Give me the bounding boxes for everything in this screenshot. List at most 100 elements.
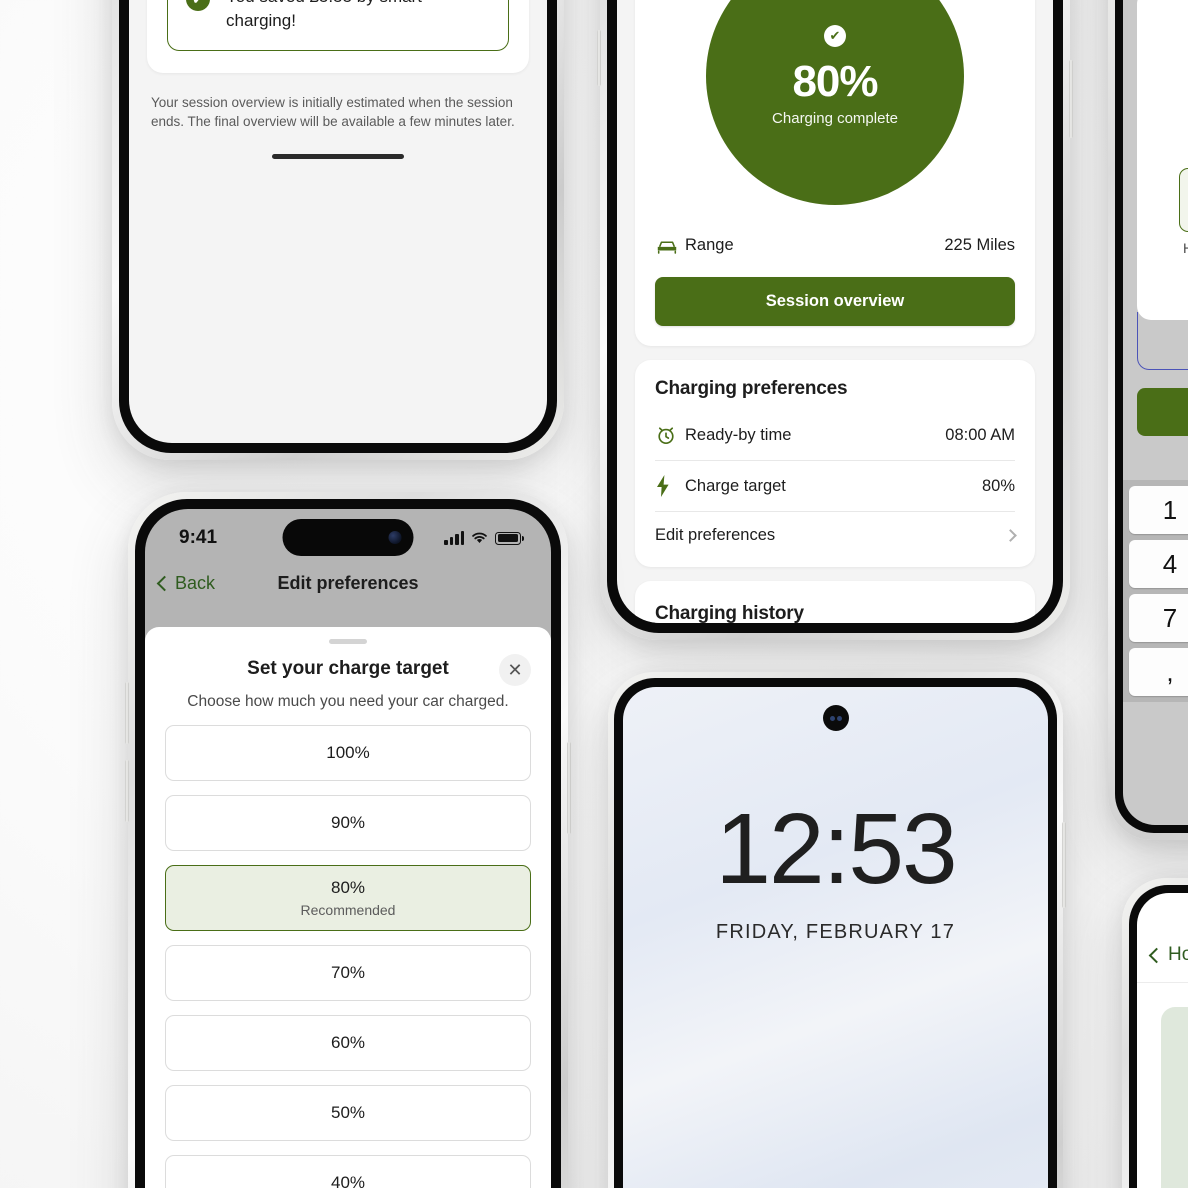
session-scroll[interactable]: Energy delivered 9hr 30min Se [129, 0, 547, 159]
phone-lockscreen: 12:53 FRIDAY, FEBRUARY 17 [608, 672, 1066, 1188]
status-bar: 9:41 [145, 509, 551, 567]
charge-option-50[interactable]: 50% [165, 1085, 531, 1141]
key-4[interactable]: 4 [1129, 540, 1188, 588]
volume-button[interactable] [597, 30, 601, 86]
keypad-row: , 0 . [1123, 648, 1188, 702]
chevron-right-icon [1004, 529, 1017, 542]
volume-down-button[interactable] [125, 760, 129, 822]
keypad-row: 1 2 3 [1123, 486, 1188, 540]
charge-option-90[interactable]: 90% [165, 795, 531, 851]
savings-text: You saved £5.55 by smart charging! [226, 0, 422, 31]
charge-target-sheet: Set your charge target ✕ Choose how much… [145, 627, 551, 1188]
edit-preferences-row[interactable]: Edit preferences [655, 512, 1017, 559]
charging-preferences-card: Charging preferences Ready-by time 08:00… [635, 360, 1035, 567]
option-value: 100% [326, 743, 370, 762]
power-button[interactable] [567, 742, 571, 834]
pref-row-charge-target[interactable]: Charge target 80% [655, 461, 1015, 511]
pref-label: Ready-by time [685, 425, 792, 444]
phone-charging-status: ✔ 80% Charging complete Range 225 Miles … [597, 0, 1073, 640]
phone-bezel: 9:41 Back Edit preferences Set your char… [135, 499, 561, 1188]
charge-option-40[interactable]: 40% [165, 1155, 531, 1188]
option-value: 40% [330, 1173, 366, 1188]
focus-outline [1137, 312, 1188, 370]
option-value: 90% [330, 813, 366, 832]
bolt-icon [655, 475, 685, 497]
edit-save-button[interactable] [1137, 388, 1188, 436]
status-time: 9 [1137, 893, 1188, 928]
close-icon[interactable]: ✕ [499, 654, 531, 686]
lockscreen-clock: 12:53 [715, 793, 957, 905]
range-label: Range [685, 235, 734, 254]
sheet-subtitle: Choose how much you need your car charge… [187, 693, 509, 710]
charge-progress-ring: ✔ 80% Charging complete [706, 0, 964, 205]
home-indicator [272, 154, 404, 159]
dynamic-island [282, 519, 414, 556]
chevron-left-icon [1148, 947, 1165, 963]
mockup-scene: Edit your Edit your Ho 1 2 3 4 [0, 0, 1188, 1188]
phone-bezel: Energy delivered 9hr 30min Se [119, 0, 557, 453]
phone-screen: ✔ 80% Charging complete Range 225 Miles … [617, 0, 1053, 623]
key-1[interactable]: 1 [1129, 486, 1188, 534]
option-note: Recommended [300, 902, 396, 918]
charge-status-card: ✔ 80% Charging complete Range 225 Miles … [635, 0, 1035, 346]
phone-screen: Edit your Edit your Ho 1 2 3 4 [1123, 0, 1188, 825]
alarm-clock-icon [655, 424, 685, 446]
charging-history-card: Charging history [635, 581, 1035, 623]
back-label: Home [1168, 944, 1188, 965]
range-row: Range 225 Miles [655, 221, 1015, 269]
edit-preferences-label: Edit preferences [655, 526, 776, 544]
nav-title: Edit preferences [277, 573, 419, 593]
content-card [1161, 1007, 1188, 1188]
session-footnote: Your session overview is initially estim… [151, 94, 515, 130]
volume-up-button[interactable] [125, 682, 129, 744]
range-value: 225 Miles [944, 235, 1015, 254]
sheet-header: Set your charge target ✕ [165, 654, 531, 686]
edit-input-field[interactable] [1179, 168, 1188, 232]
car-icon [655, 235, 685, 255]
phone-home-partial: 9 Home [1122, 878, 1188, 1188]
lockscreen-date: FRIDAY, FEBRUARY 17 [715, 921, 956, 943]
phone-bezel: ✔ 80% Charging complete Range 225 Miles … [607, 0, 1063, 633]
charge-option-70[interactable]: 70% [165, 945, 531, 1001]
option-value: 80% [330, 878, 366, 897]
charge-percent: 80% [792, 57, 878, 106]
phone-screen: 12:53 FRIDAY, FEBRUARY 17 [623, 687, 1048, 1188]
phone-screen: 9:41 Back Edit preferences Set your char… [145, 509, 551, 1188]
battery-icon [495, 531, 524, 545]
session-overview-button[interactable]: Session overview [655, 277, 1015, 326]
status-time: 9:41 [179, 527, 218, 548]
charging-history-title: Charging history [655, 603, 804, 623]
charge-caption: Charging complete [772, 110, 898, 127]
pref-value: 08:00 AM [945, 425, 1015, 444]
charge-option-80[interactable]: 80% Recommended [165, 865, 531, 931]
back-label: Back [175, 573, 216, 593]
phone-session-overview: Energy delivered 9hr 30min Se [112, 0, 564, 460]
back-button[interactable]: Home [1137, 928, 1188, 983]
pref-row-ready-by-time[interactable]: Ready-by time 08:00 AM [655, 410, 1015, 460]
charge-option-100[interactable]: 100% [165, 725, 531, 781]
phone-bezel: 12:53 FRIDAY, FEBRUARY 17 [614, 678, 1057, 1188]
key-comma[interactable]: , [1129, 648, 1188, 696]
numeric-keypad[interactable]: 1 2 3 4 5 6 7 8 9 , [1123, 480, 1188, 702]
edit-field-hint: Ho [1183, 240, 1188, 256]
back-button[interactable]: Back [156, 573, 216, 594]
preferences-title: Charging preferences [655, 378, 848, 399]
key-7[interactable]: 7 [1129, 594, 1188, 642]
pref-value: 80% [981, 476, 1015, 495]
sheet-title: Set your charge target [247, 658, 449, 679]
front-camera-icon [822, 705, 849, 731]
phone-screen: Energy delivered 9hr 30min Se [129, 0, 547, 443]
cellular-bars-icon [444, 531, 464, 545]
check-icon: ✔ [824, 25, 846, 47]
option-value: 60% [330, 1033, 366, 1052]
option-value: 70% [330, 963, 366, 982]
power-button[interactable] [1062, 822, 1066, 908]
sheet-grabber[interactable] [329, 639, 367, 644]
charge-option-60[interactable]: 60% [165, 1015, 531, 1071]
phone-bezel: Edit your Edit your Ho 1 2 3 4 [1115, 0, 1188, 833]
power-button[interactable] [1069, 60, 1073, 138]
keypad-row: 7 8 9 [1123, 594, 1188, 648]
chevron-left-icon [156, 575, 173, 592]
status-icons [444, 531, 524, 545]
check-circle-icon: ✔ [186, 0, 210, 11]
